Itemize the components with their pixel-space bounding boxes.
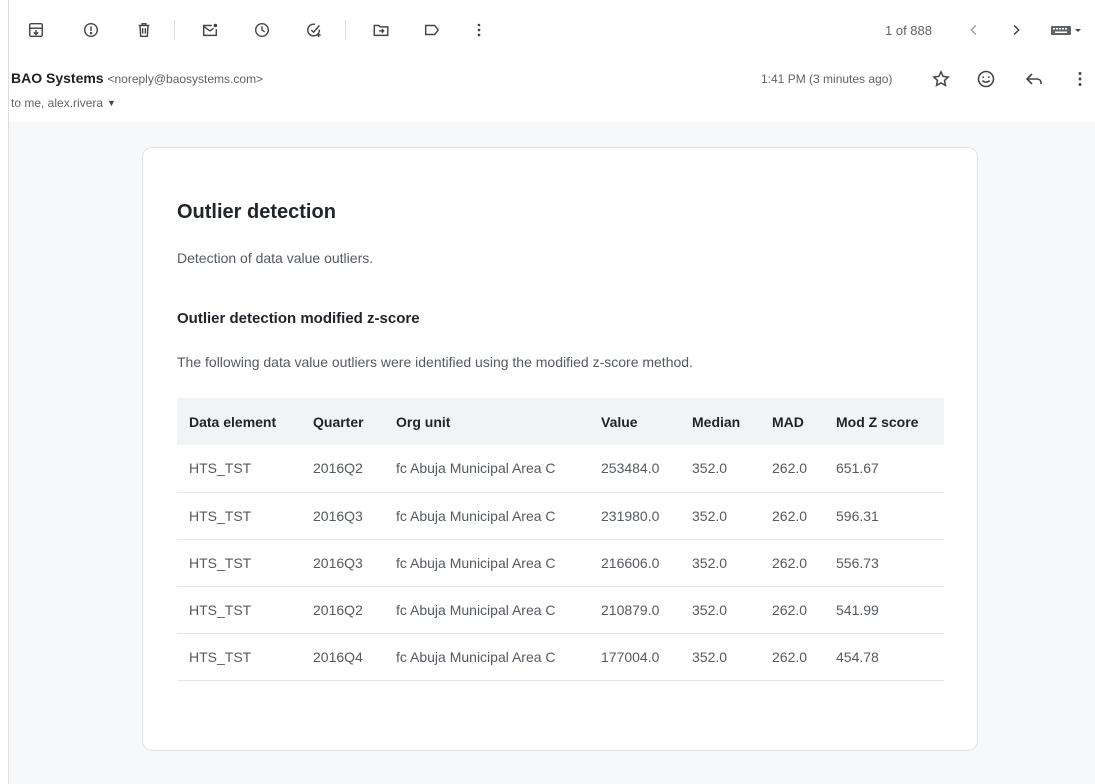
- recipients: to me, alex.rivera: [11, 96, 104, 110]
- sender-name[interactable]: BAO Systems: [11, 70, 104, 86]
- sender-line: BAO Systems <noreply@baosystems.com>: [11, 70, 263, 86]
- outlier-table: Data element Quarter Org unit Value Medi…: [177, 398, 944, 681]
- table-row: HTS_TST 2016Q4 fc Abuja Municipal Area C…: [177, 633, 944, 681]
- table-cell: 651.67: [824, 445, 944, 493]
- column-header: Data element: [189, 413, 277, 430]
- table-cell: 352.0: [680, 586, 760, 634]
- table-cell: 352.0: [680, 492, 760, 540]
- report-spam-icon[interactable]: [81, 20, 101, 40]
- star-icon[interactable]: [930, 68, 952, 90]
- older-icon[interactable]: [1006, 20, 1026, 40]
- table-cell: 352.0: [680, 633, 760, 681]
- toolbar-divider: [174, 20, 175, 40]
- table-cell: 596.31: [824, 492, 944, 540]
- email-toolbar: 1 of 888: [9, 0, 1095, 62]
- table-row: HTS_TST 2016Q2 fc Abuja Municipal Area C…: [177, 586, 944, 634]
- table-cell: 556.73: [824, 539, 944, 587]
- table-cell: 262.0: [760, 633, 824, 681]
- table-cell: 262.0: [760, 492, 824, 540]
- table-row: HTS_TST 2016Q3 fc Abuja Municipal Area C…: [177, 539, 944, 587]
- table-cell: 541.99: [824, 586, 944, 634]
- table-cell: fc Abuja Municipal Area C: [384, 445, 589, 493]
- move-to-icon[interactable]: [371, 20, 391, 40]
- table-cell: HTS_TST: [177, 492, 301, 540]
- column-header: Mod Z score: [836, 413, 919, 430]
- table-cell: fc Abuja Municipal Area C: [384, 633, 589, 681]
- table-cell: 231980.0: [589, 492, 680, 540]
- table-cell: 2016Q3: [301, 492, 384, 540]
- snooze-icon[interactable]: [252, 20, 272, 40]
- column-header: Median: [692, 413, 741, 430]
- chevron-down-icon[interactable]: ▼: [107, 98, 116, 108]
- table-cell: fc Abuja Municipal Area C: [384, 586, 589, 634]
- table-cell: 216606.0: [589, 539, 680, 587]
- table-cell: 2016Q4: [301, 633, 384, 681]
- table-cell: 210879.0: [589, 586, 680, 634]
- archive-icon[interactable]: [26, 20, 46, 40]
- section-title: Outlier detection modified z-score: [177, 310, 420, 327]
- delete-icon[interactable]: [134, 20, 154, 40]
- table-cell: 2016Q3: [301, 539, 384, 587]
- column-header: Quarter: [313, 413, 364, 430]
- table-cell: fc Abuja Municipal Area C: [384, 539, 589, 587]
- table-cell: 2016Q2: [301, 445, 384, 493]
- email-view: 1 of 888 BAO Systems <noreply@baosystems…: [8, 0, 1095, 784]
- reply-icon[interactable]: [1023, 68, 1045, 90]
- section-description: The following data value outliers were i…: [177, 354, 693, 370]
- table-cell: 177004.0: [589, 633, 680, 681]
- table-cell: 2016Q2: [301, 586, 384, 634]
- table-cell: HTS_TST: [177, 539, 301, 587]
- table-cell: 262.0: [760, 445, 824, 493]
- table-cell: 262.0: [760, 586, 824, 634]
- column-header: Org unit: [396, 413, 451, 430]
- table-cell: 253484.0: [589, 445, 680, 493]
- newer-icon[interactable]: [964, 20, 984, 40]
- toolbar-divider: [345, 20, 346, 40]
- input-tools-icon[interactable]: [1049, 20, 1087, 40]
- table-cell: HTS_TST: [177, 633, 301, 681]
- report-title: Outlier detection: [177, 201, 336, 223]
- report-card: Outlier detection Detection of data valu…: [142, 147, 978, 751]
- column-header: MAD: [772, 413, 804, 430]
- more-options-icon[interactable]: [1069, 68, 1091, 90]
- table-cell: 262.0: [760, 539, 824, 587]
- add-task-icon[interactable]: [304, 20, 324, 40]
- report-description: Detection of data value outliers.: [177, 250, 374, 266]
- table-row: HTS_TST 2016Q2 fc Abuja Municipal Area C…: [177, 445, 944, 493]
- label-icon[interactable]: [422, 20, 442, 40]
- table-cell: 454.78: [824, 633, 944, 681]
- emoji-icon[interactable]: [975, 68, 997, 90]
- table-row: HTS_TST 2016Q3 fc Abuja Municipal Area C…: [177, 492, 944, 540]
- pager-count: 1 of 888: [885, 23, 932, 38]
- more-icon[interactable]: [469, 20, 489, 40]
- table-cell: 352.0: [680, 445, 760, 493]
- email-time: 1:41 PM (3 minutes ago): [761, 72, 893, 86]
- table-cell: HTS_TST: [177, 586, 301, 634]
- recipients-line[interactable]: to me, alex.rivera ▼: [11, 96, 116, 110]
- sender-email: <noreply@baosystems.com>: [107, 72, 264, 86]
- column-header: Value: [601, 413, 638, 430]
- table-header-row: Data element Quarter Org unit Value Medi…: [177, 398, 944, 445]
- table-cell: HTS_TST: [177, 445, 301, 493]
- mark-unread-icon[interactable]: [200, 20, 220, 40]
- table-cell: 352.0: [680, 539, 760, 587]
- table-cell: fc Abuja Municipal Area C: [384, 492, 589, 540]
